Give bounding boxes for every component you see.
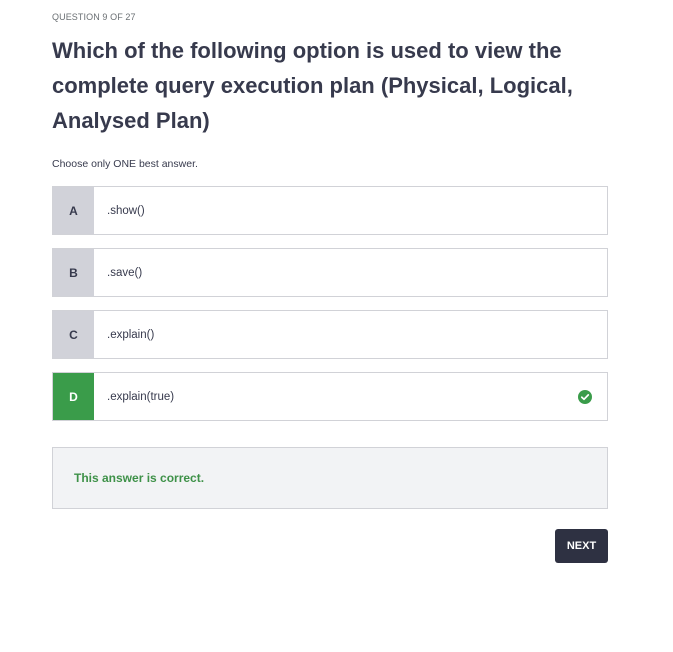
option-text: .show() bbox=[107, 204, 145, 217]
option-letter: C bbox=[53, 311, 94, 358]
check-circle-icon bbox=[563, 373, 607, 420]
option-d[interactable]: D .explain(true) bbox=[52, 372, 608, 421]
option-a[interactable]: A .show() bbox=[52, 186, 608, 235]
option-letter: A bbox=[53, 187, 94, 234]
answer-options: A .show() B .save() C .explain() D .expl… bbox=[52, 186, 608, 434]
option-text: .explain() bbox=[107, 328, 155, 341]
answer-instruction: Choose only ONE best answer. bbox=[52, 158, 198, 170]
option-text: .save() bbox=[107, 266, 143, 279]
option-text: .explain(true) bbox=[107, 390, 175, 403]
option-c[interactable]: C .explain() bbox=[52, 310, 608, 359]
option-letter: D bbox=[53, 373, 94, 420]
next-button[interactable]: NEXT bbox=[555, 529, 608, 563]
question-counter: QUESTION 9 OF 27 bbox=[52, 12, 136, 22]
answer-feedback: This answer is correct. bbox=[52, 447, 608, 509]
option-b[interactable]: B .save() bbox=[52, 248, 608, 297]
question-text: Which of the following option is used to… bbox=[52, 38, 573, 133]
option-letter: B bbox=[53, 249, 94, 296]
